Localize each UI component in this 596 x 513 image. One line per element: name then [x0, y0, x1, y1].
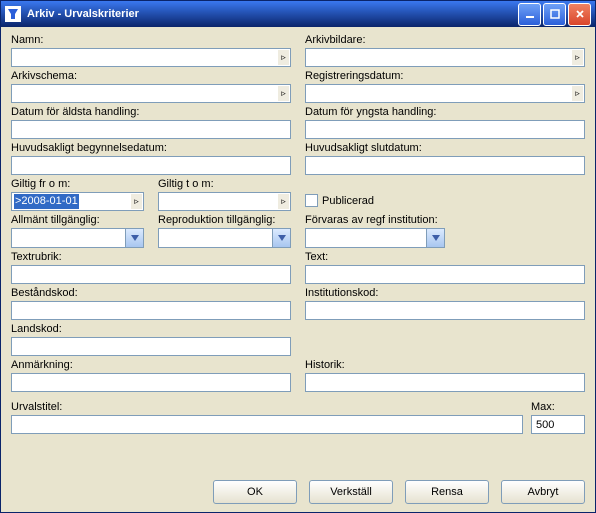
label-text: Text: [305, 250, 585, 264]
publicerad-label: Publicerad [322, 195, 374, 207]
textrubrik-field[interactable] [11, 265, 291, 284]
reproduktion-combo[interactable] [158, 228, 291, 248]
label-allmant: Allmänt tillgänglig: [11, 213, 144, 227]
label-slutdatum: Huvudsakligt slutdatum: [305, 141, 585, 155]
label-namn: Namn: [11, 33, 291, 47]
window-title: Arkiv - Urvalskriterier [27, 8, 518, 20]
ok-button[interactable]: OK [213, 480, 297, 504]
slutdatum-field[interactable] [305, 156, 585, 175]
registreringsdatum-field[interactable]: ▹ [305, 84, 585, 103]
app-icon [5, 6, 21, 22]
chevron-down-icon[interactable] [272, 229, 290, 247]
label-aldsta: Datum för äldsta handling: [11, 105, 291, 119]
picker-icon[interactable]: ▹ [572, 50, 583, 65]
rensa-button[interactable]: Rensa [405, 480, 489, 504]
publicerad-checkbox[interactable]: Publicerad [305, 194, 585, 207]
verkstall-button[interactable]: Verkställ [309, 480, 393, 504]
label-urvalstitel: Urvalstitel: [11, 400, 523, 414]
institutionskod-field[interactable] [305, 301, 585, 320]
arkivbildare-field[interactable]: ▹ [305, 48, 585, 67]
giltigfrom-value: >2008-01-01 [14, 194, 79, 209]
picker-icon[interactable]: ▹ [278, 194, 289, 209]
label-textrubrik: Textrubrik: [11, 250, 291, 264]
window: Arkiv - Urvalskriterier Namn: ▹ Arkivbil… [0, 0, 596, 513]
giltigfrom-field[interactable]: >2008-01-01 ▹ [11, 192, 144, 211]
max-field[interactable] [531, 415, 585, 434]
button-bar: OK Verkställ Rensa Avbryt [1, 474, 595, 512]
label-arkivschema: Arkivschema: [11, 69, 291, 83]
minimize-button[interactable] [518, 3, 541, 26]
landskod-field[interactable] [11, 337, 291, 356]
picker-icon[interactable]: ▹ [131, 194, 142, 209]
label-arkivbildare: Arkivbildare: [305, 33, 585, 47]
text-field[interactable] [305, 265, 585, 284]
label-registreringsdatum: Registreringsdatum: [305, 69, 585, 83]
label-max: Max: [531, 400, 585, 414]
arkivschema-field[interactable]: ▹ [11, 84, 291, 103]
allmant-combo[interactable] [11, 228, 144, 248]
spacer-label [305, 177, 585, 191]
label-begynnelse: Huvudsakligt begynnelsedatum: [11, 141, 291, 155]
giltigtom-field[interactable]: ▹ [158, 192, 291, 211]
chevron-down-icon[interactable] [125, 229, 143, 247]
begynnelse-field[interactable] [11, 156, 291, 175]
aldsta-field[interactable] [11, 120, 291, 139]
label-giltigtom: Giltig t o m: [158, 177, 291, 191]
picker-icon[interactable]: ▹ [572, 86, 583, 101]
label-forvaras: Förvaras av regf institution: [305, 213, 445, 227]
window-buttons [518, 3, 591, 26]
label-historik: Historik: [305, 358, 585, 372]
titlebar: Arkiv - Urvalskriterier [1, 1, 595, 27]
label-bestandskod: Beståndskod: [11, 286, 291, 300]
forvaras-combo[interactable] [305, 228, 445, 248]
avbryt-button[interactable]: Avbryt [501, 480, 585, 504]
label-yngsta: Datum för yngsta handling: [305, 105, 585, 119]
form-content: Namn: ▹ Arkivbildare: ▹ Arkivschema: ▹ R… [1, 27, 595, 474]
label-institutionskod: Institutionskod: [305, 286, 585, 300]
namn-field[interactable]: ▹ [11, 48, 291, 67]
bestandskod-field[interactable] [11, 301, 291, 320]
picker-icon[interactable]: ▹ [278, 86, 289, 101]
urvalstitel-field[interactable] [11, 415, 523, 434]
yngsta-field[interactable] [305, 120, 585, 139]
label-giltigfrom: Giltig fr o m: [11, 177, 144, 191]
maximize-button[interactable] [543, 3, 566, 26]
label-reproduktion: Reproduktion tillgänglig: [158, 213, 291, 227]
chevron-down-icon[interactable] [426, 229, 444, 247]
close-button[interactable] [568, 3, 591, 26]
historik-field[interactable] [305, 373, 585, 392]
anmarkning-field[interactable] [11, 373, 291, 392]
picker-icon[interactable]: ▹ [278, 50, 289, 65]
checkbox-box[interactable] [305, 194, 318, 207]
label-anmarkning: Anmärkning: [11, 358, 291, 372]
label-landskod: Landskod: [11, 322, 291, 336]
